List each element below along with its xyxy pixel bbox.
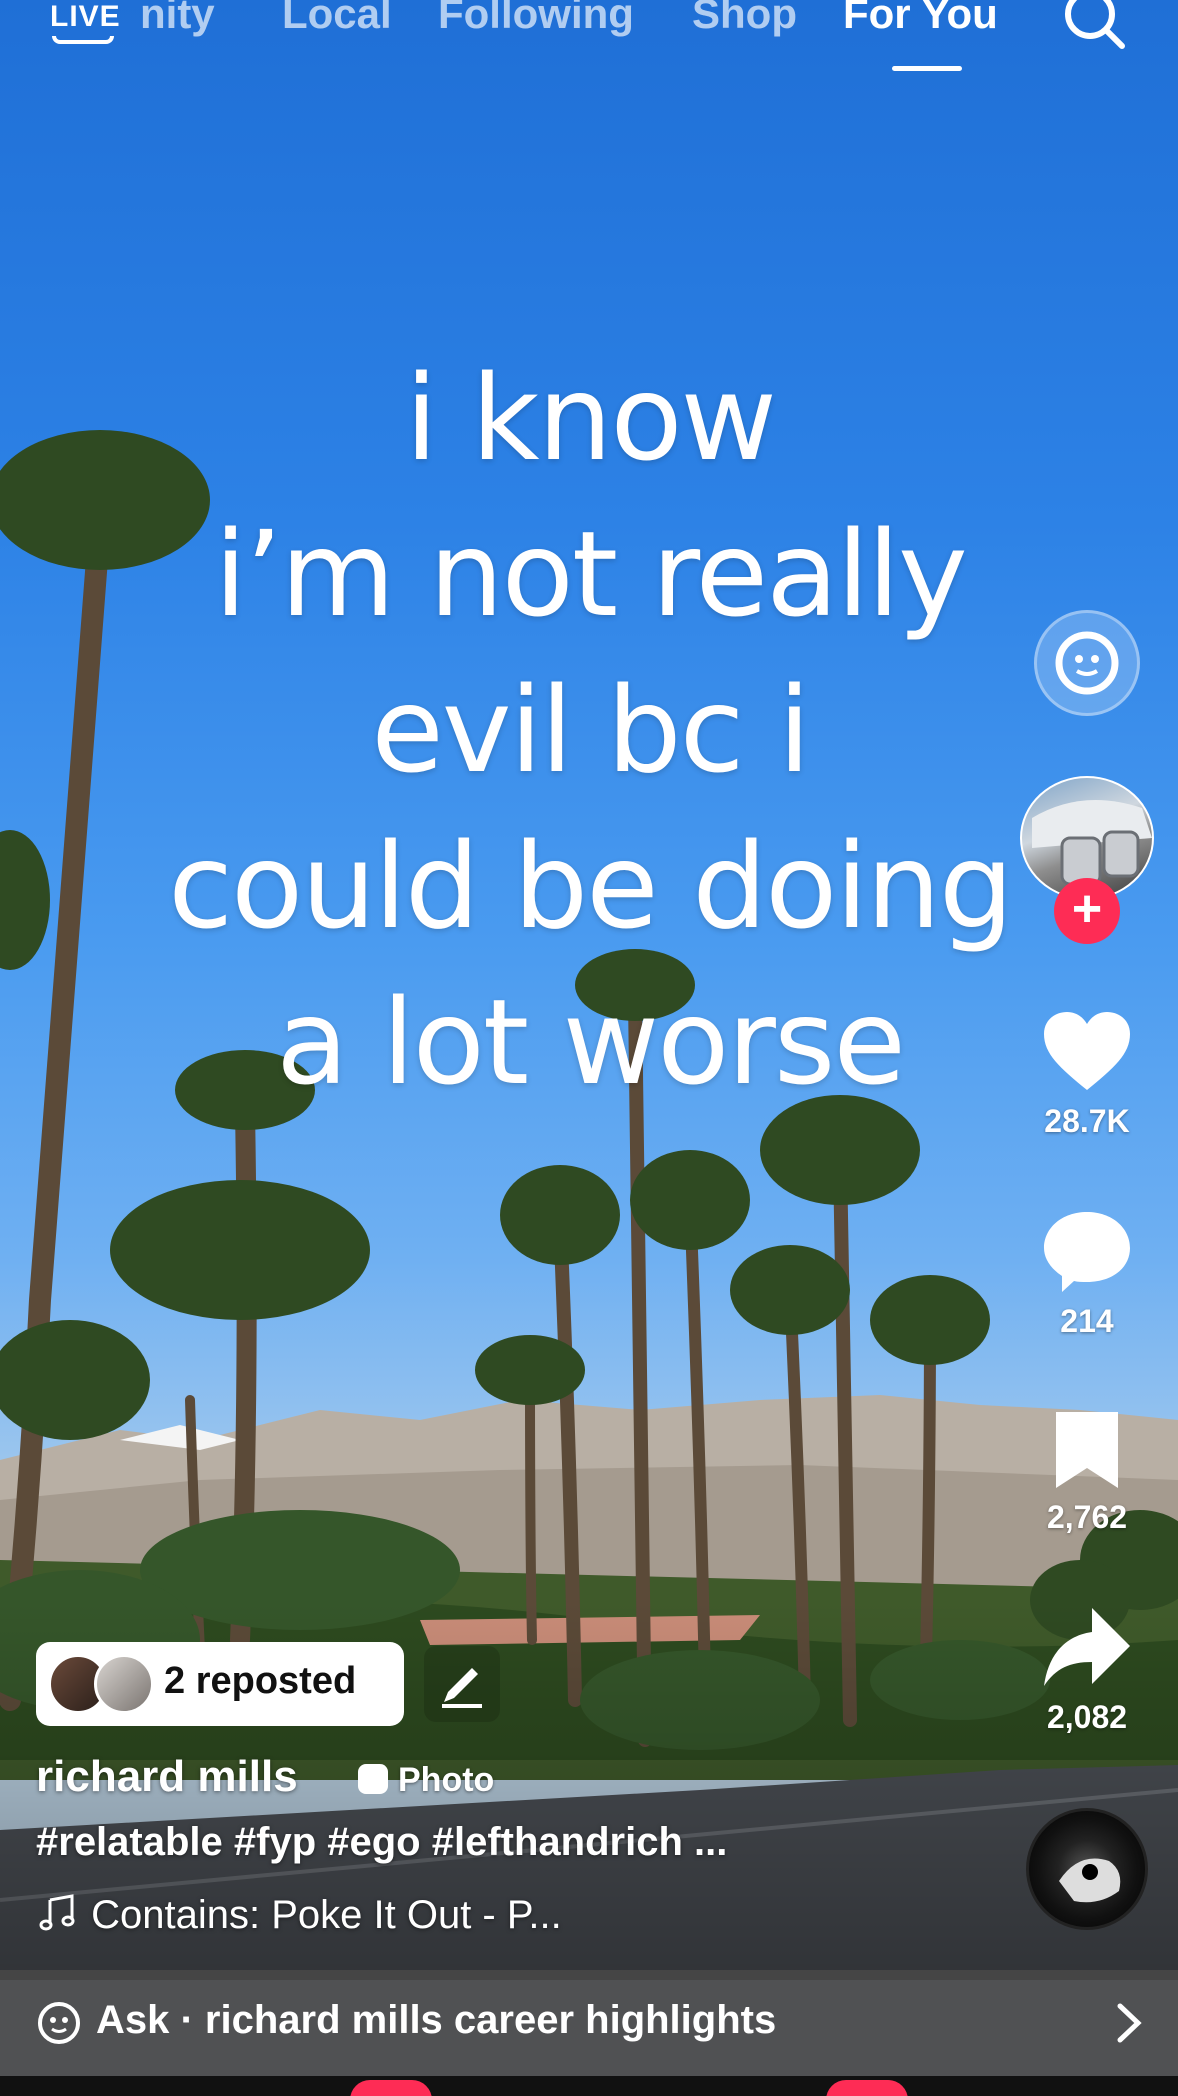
ask-label: Ask · richard mills career highlights xyxy=(96,1998,777,2042)
favorite-button[interactable]: 2,762 xyxy=(1030,1410,1144,1536)
music-info[interactable]: Contains: Poke It Out - P... xyxy=(36,1892,562,1938)
tab-following[interactable]: Following xyxy=(438,0,634,38)
notification-badge xyxy=(350,2080,432,2096)
photo-icon xyxy=(358,1764,388,1794)
author-name[interactable]: richard mills xyxy=(36,1752,298,1802)
share-button[interactable]: 2,082 xyxy=(1030,1606,1144,1736)
music-title: Contains: Poke It Out - P... xyxy=(91,1893,562,1937)
save-count: 2,762 xyxy=(1046,1499,1128,1535)
caption-line: i’m not really xyxy=(214,505,968,643)
repost-indicator[interactable]: 2 reposted xyxy=(36,1642,404,1726)
share-arrow-icon xyxy=(1044,1608,1130,1686)
photo-mode-badge[interactable]: Photo xyxy=(352,1758,504,1802)
photo-label: Photo xyxy=(398,1761,495,1799)
comment-button[interactable]: 214 xyxy=(1030,1208,1144,1340)
comment-bubble-icon xyxy=(1044,1212,1130,1292)
tab-for-you[interactable]: For You xyxy=(843,0,998,38)
tab-shop[interactable]: Shop xyxy=(692,0,797,38)
reposter-avatar xyxy=(94,1654,154,1714)
caption-line: i know xyxy=(404,349,777,487)
comment-count: 214 xyxy=(1060,1303,1114,1339)
smiley-bubble-icon xyxy=(1055,631,1119,695)
photo-caption-text: i know i’m not really evil bc i could be… xyxy=(100,340,1080,1120)
tab-local[interactable]: Local xyxy=(282,0,392,38)
like-button[interactable]: 28.7K xyxy=(1030,1008,1144,1140)
caption-line: could be doing xyxy=(168,817,1014,955)
notification-badge xyxy=(826,2080,908,2096)
chevron-right-icon xyxy=(1117,2003,1142,2043)
active-tab-indicator xyxy=(892,66,962,71)
edit-button[interactable] xyxy=(424,1646,500,1722)
bookmark-icon xyxy=(1056,1412,1118,1488)
heart-icon xyxy=(1044,1012,1130,1090)
tv-icon xyxy=(52,36,114,44)
follow-plus-button[interactable]: + xyxy=(1054,878,1120,944)
tab-community[interactable]: nity xyxy=(140,0,215,38)
share-count: 2,082 xyxy=(1046,1699,1128,1735)
pencil-icon xyxy=(442,1668,482,1708)
caption-line: a lot worse xyxy=(276,973,906,1111)
post-hashtags[interactable]: #relatable #fyp #ego #lefthandrich ... xyxy=(36,1820,727,1865)
top-nav: LIVE nity Local Following Shop For You xyxy=(0,0,1178,80)
live-button[interactable]: LIVE xyxy=(46,0,120,48)
smiley-bubble-icon xyxy=(38,2002,80,2044)
caption-line: evil bc i xyxy=(371,661,811,799)
music-note-icon xyxy=(39,1894,75,1931)
repost-count: 2 reposted xyxy=(164,1660,357,1702)
like-count: 28.7K xyxy=(1044,1103,1130,1139)
music-disc[interactable] xyxy=(1026,1808,1148,1930)
search-icon[interactable] xyxy=(1060,0,1130,52)
live-label: LIVE xyxy=(50,0,121,33)
ai-assistant-button[interactable] xyxy=(1034,610,1140,716)
ask-search-bar[interactable]: Ask · richard mills career highlights xyxy=(0,1970,1178,2076)
bottom-nav-edge xyxy=(0,2076,1178,2096)
